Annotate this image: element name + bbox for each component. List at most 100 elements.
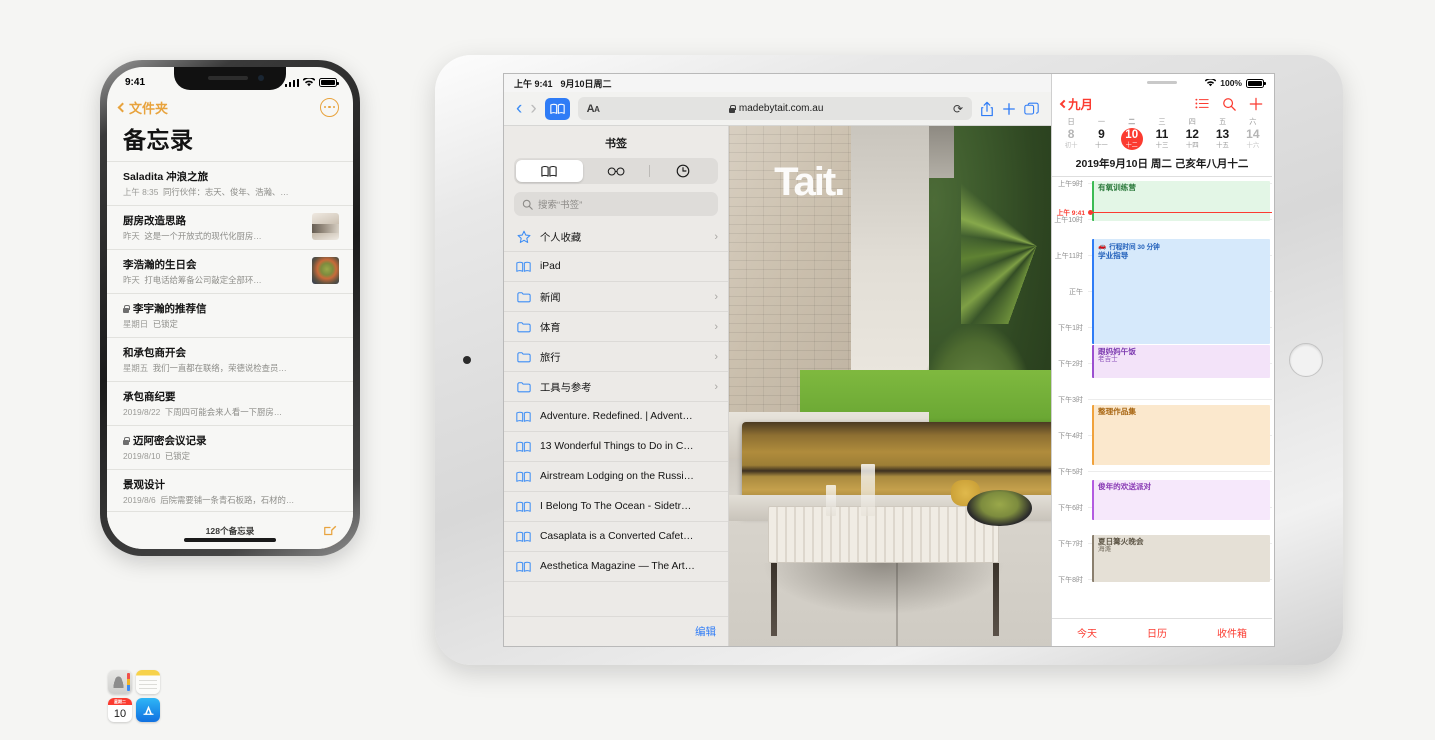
status-date: 9月10日周二 <box>560 78 612 89</box>
bookmark-list-item[interactable]: 新闻 › <box>504 282 728 312</box>
notes-icon[interactable] <box>136 670 160 694</box>
calendar-day-cell[interactable]: 11 十三 <box>1147 127 1177 150</box>
event-title: 俊年的欢送派对 <box>1098 482 1152 491</box>
weekday-label: 三 <box>1158 117 1166 126</box>
address-bar[interactable]: AA madebytait.com.au ⟳ <box>577 97 972 120</box>
chevron-left-icon[interactable]: ‹ <box>516 99 522 118</box>
web-content[interactable]: Tait. <box>729 126 1051 646</box>
bookmark-label: Aesthetica Magazine — The Art… <box>540 561 695 572</box>
calendar-event[interactable]: 🚗 行程时间 30 分钟 学业指导 <box>1092 239 1270 344</box>
calendar-icon[interactable]: 星期二 10 <box>108 698 132 722</box>
calendar-tab-今天[interactable]: 今天 <box>1077 625 1097 640</box>
bookmark-list-item[interactable]: 旅行 › <box>504 342 728 372</box>
calendar-tab-收件箱[interactable]: 收件箱 <box>1217 625 1247 640</box>
bookmark-list-item[interactable]: Casaplata is a Converted Cafet… <box>504 522 728 552</box>
calendar-tab-bar: 今天 日历 收件箱 <box>1052 618 1272 646</box>
slide-over-grabber[interactable] <box>1147 81 1177 84</box>
weekday-label: 四 <box>1188 117 1196 126</box>
note-list-item[interactable]: 李宇瀚的推荐信 星期日 已锁定 <box>107 293 353 337</box>
bookmarks-search-input[interactable]: 搜索“书签” <box>514 192 718 216</box>
bookmark-label: 体育 <box>540 323 561 334</box>
ipad-home-button[interactable] <box>1289 343 1323 377</box>
reload-icon[interactable]: ⟳ <box>953 102 963 116</box>
bookmark-list-item[interactable]: Adventure. Redefined. | Advent… <box>504 402 728 432</box>
book-icon <box>516 411 531 423</box>
bookmark-list-item[interactable]: iPad <box>504 252 728 282</box>
calendar-event[interactable]: 夏日篝火晚会 海滩 <box>1092 535 1270 582</box>
calendar-day-cell[interactable]: 14 十六 <box>1238 127 1268 150</box>
cellular-bars-icon <box>284 78 299 87</box>
app-icon-group: 星期二 10 <box>108 670 160 722</box>
contacts-icon[interactable] <box>108 670 132 694</box>
note-preview: 昨天 这是一个开放式的现代化厨房… <box>123 231 262 241</box>
home-indicator[interactable] <box>184 538 276 542</box>
bookmark-list-item[interactable]: Aesthetica Magazine — The Art… <box>504 552 728 582</box>
note-list-item[interactable]: 景观设计 2019/8/6 后院需要铺一条青石板路，石材的… <box>107 469 353 513</box>
edit-bookmarks-button[interactable]: 编辑 <box>695 624 716 639</box>
iphone-device: 9:41 文件夹 备忘录 Saladita 冲浪之旅 上午 8:35 同行伙伴：… <box>100 60 360 556</box>
chevron-right-icon[interactable]: › <box>530 99 536 118</box>
bookmark-list-item[interactable]: I Belong To The Ocean - Sidetr… <box>504 492 728 522</box>
page-title: 备忘录 <box>123 127 194 153</box>
search-icon[interactable] <box>1222 97 1236 111</box>
chevron-right-icon: › <box>714 230 718 243</box>
battery-icon <box>319 78 339 87</box>
tabs-icon[interactable] <box>1024 102 1039 116</box>
note-preview: 2019/8/6 后院需要铺一条青石板路，石材的… <box>123 495 295 505</box>
weekday-label: 二 <box>1128 117 1136 126</box>
bookmark-list-item[interactable]: Airstream Lodging on the Russi… <box>504 462 728 492</box>
bookmark-list-item[interactable]: 工具与参考 › <box>504 372 728 402</box>
weekday-label: 六 <box>1249 117 1257 126</box>
calendar-status-bar: 100% <box>1052 74 1272 92</box>
calendar-event[interactable]: 跟妈妈午饭 老吉士 <box>1092 345 1270 378</box>
more-circle-icon[interactable] <box>320 97 339 117</box>
iphone-status-bar: 9:41 <box>107 67 353 93</box>
ipad-front-camera-icon <box>463 356 471 364</box>
current-time-label: 上午 9:41 <box>1056 210 1085 218</box>
note-list-item[interactable]: Saladita 冲浪之旅 上午 8:35 同行伙伴：志天、俊年、浩瀚、… <box>107 161 353 205</box>
calendar-day-cell[interactable]: 9 十一 <box>1086 127 1116 150</box>
bookmark-label: 13 Wonderful Things to Do in C… <box>540 441 694 452</box>
ipad-status-bar: 上午 9:41 9月10日周二 <box>504 74 1051 92</box>
tab-reading-list[interactable] <box>583 160 650 182</box>
note-list-item[interactable]: 和承包商开会 星期五 我们一直都在联络，荣德说检查员… <box>107 337 353 381</box>
calendar-tab-日历[interactable]: 日历 <box>1147 625 1167 640</box>
calendar-day-cell[interactable]: 12 十四 <box>1177 127 1207 150</box>
book-icon <box>516 561 531 573</box>
screenshot-stage: 9:41 文件夹 备忘录 Saladita 冲浪之旅 上午 8:35 同行伙伴：… <box>0 0 1435 740</box>
tab-history[interactable] <box>649 160 716 182</box>
plus-icon[interactable] <box>1002 102 1016 116</box>
note-list-item[interactable]: 李浩瀚的生日会 昨天 打电话给筹备公司敲定全部环… <box>107 249 353 293</box>
compose-icon[interactable] <box>323 524 337 538</box>
hour-label: 正午 <box>1069 289 1083 296</box>
tab-bookmarks[interactable] <box>516 160 583 182</box>
calendar-day-cell[interactable]: 10 十二 <box>1117 128 1147 150</box>
bookmark-list-item[interactable]: 体育 › <box>504 312 728 342</box>
app-store-icon[interactable] <box>136 698 160 722</box>
day-schedule-grid[interactable]: 上午9时 上午10时 上午11时 正午 下午1时 下午2时 下午3时 下午4时 下午5时 下午6时… <box>1052 177 1272 618</box>
calendar-event[interactable]: 俊年的欢送派对 <box>1092 480 1270 520</box>
note-title: 李浩瀚的生日会 <box>123 259 197 271</box>
calendar-event[interactable]: 整理作品集 <box>1092 405 1270 465</box>
chevron-right-icon: › <box>714 290 718 303</box>
note-list-item[interactable]: 厨房改造思路 昨天 这是一个开放式的现代化厨房… <box>107 205 353 249</box>
back-to-month-button[interactable]: 九月 <box>1059 94 1093 113</box>
calendar-day-cell[interactable]: 8 初十 <box>1056 127 1086 150</box>
share-icon[interactable] <box>980 101 994 117</box>
note-list-item[interactable]: 迈阿密会议记录 2019/8/10 已锁定 <box>107 425 353 469</box>
plus-icon[interactable] <box>1249 97 1263 111</box>
back-to-folders-button[interactable]: 文件夹 <box>117 98 168 117</box>
list-icon[interactable] <box>1195 98 1209 109</box>
travel-time-label: 🚗 行程时间 30 分钟 <box>1098 243 1160 251</box>
bookmark-list-item[interactable]: 个人收藏 › <box>504 222 728 252</box>
sidebar-toggle-book-icon[interactable] <box>544 97 570 120</box>
text-size-aa-icon[interactable]: AA <box>587 103 600 115</box>
note-title: Saladita 冲浪之旅 <box>123 171 209 183</box>
note-list-item[interactable]: 承包商纪要 2019/8/22 下周四可能会来人看一下厨房… <box>107 381 353 425</box>
folder-icon <box>516 291 531 303</box>
bookmark-list-item[interactable]: 13 Wonderful Things to Do in C… <box>504 432 728 462</box>
car-icon: 🚗 <box>1098 243 1107 250</box>
bookmark-label: Casaplata is a Converted Cafet… <box>540 531 694 542</box>
calendar-day-cell[interactable]: 13 十五 <box>1207 127 1237 150</box>
book-icon <box>516 441 531 453</box>
